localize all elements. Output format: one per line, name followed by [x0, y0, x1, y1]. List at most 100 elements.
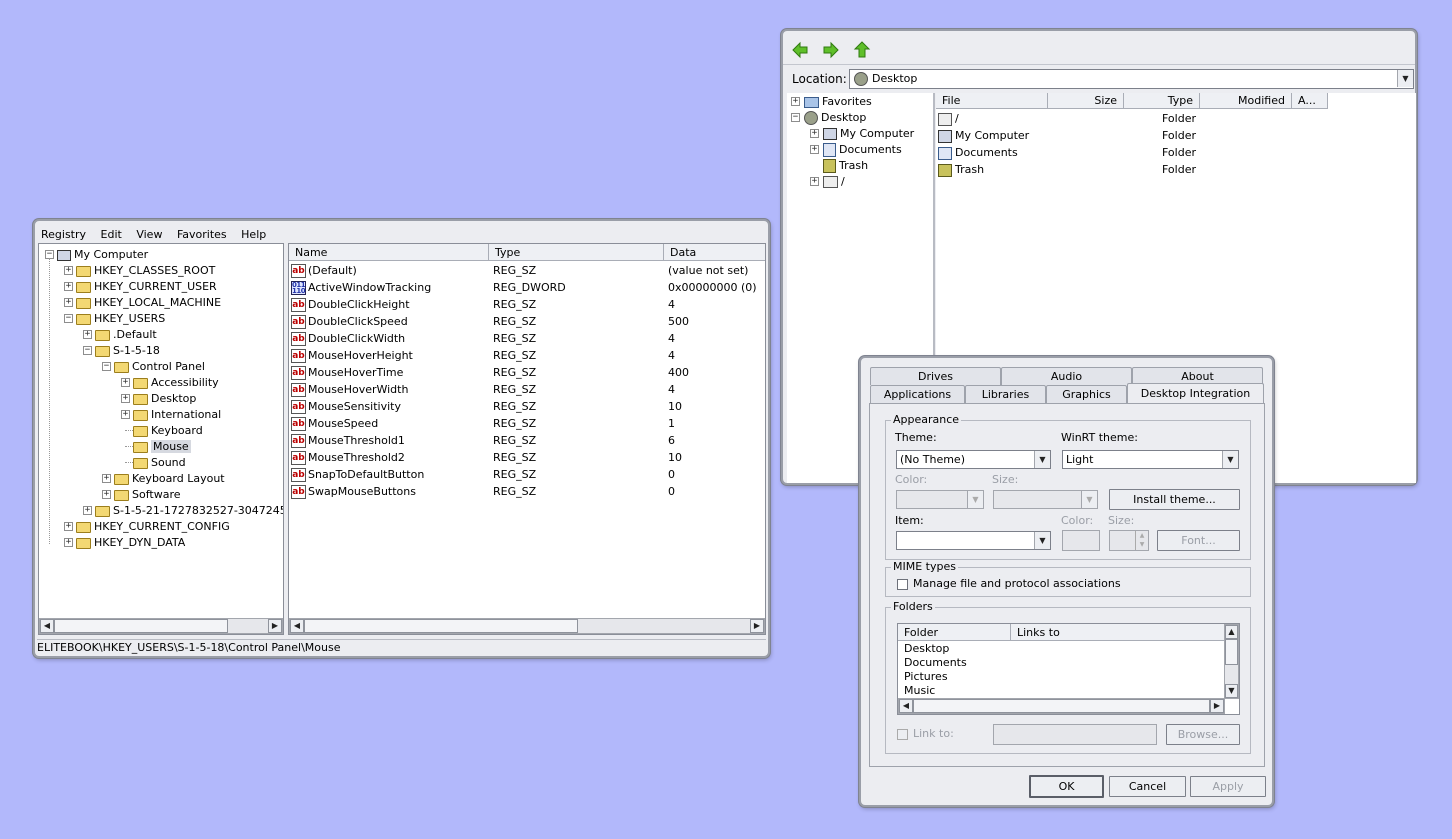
tree-node[interactable]: HKEY_USERS: [76, 310, 165, 327]
tree-expander-icon[interactable]: −: [64, 314, 73, 323]
tree-expander-icon[interactable]: −: [791, 113, 800, 122]
tree-expander-icon[interactable]: +: [791, 97, 800, 106]
tree-node[interactable]: Accessibility: [133, 374, 219, 391]
tree-node[interactable]: Software: [114, 486, 181, 503]
tree-node[interactable]: Keyboard Layout: [114, 470, 225, 487]
folders-vscrollbar[interactable]: ▲ ▼: [1224, 624, 1239, 699]
tree-expander-icon[interactable]: +: [121, 410, 130, 419]
scroll-left-icon[interactable]: ◀: [40, 619, 54, 633]
tree-expander-icon[interactable]: −: [102, 362, 111, 371]
tree-node[interactable]: HKEY_DYN_DATA: [76, 534, 185, 551]
cancel-button[interactable]: Cancel: [1109, 776, 1186, 797]
column-header-file-3[interactable]: Modified: [1200, 93, 1292, 109]
forward-button[interactable]: [822, 41, 840, 59]
tree-expander-icon[interactable]: +: [64, 282, 73, 291]
tree-expander-icon[interactable]: +: [121, 378, 130, 387]
tree-node[interactable]: International: [133, 406, 221, 423]
winrt-theme-combo[interactable]: Light ▼: [1062, 450, 1239, 469]
tree-expander-icon[interactable]: +: [102, 490, 111, 499]
menu-registry[interactable]: Registry: [41, 228, 86, 241]
tree-node[interactable]: /: [823, 173, 845, 190]
theme-combo[interactable]: (No Theme) ▼: [896, 450, 1051, 469]
scroll-right-icon[interactable]: ▶: [750, 619, 764, 633]
tab-desktop-integration[interactable]: Desktop Integration: [1127, 383, 1264, 403]
install-theme-button[interactable]: Install theme...: [1109, 489, 1240, 510]
tree-node[interactable]: HKEY_LOCAL_MACHINE: [76, 294, 221, 311]
tree-node[interactable]: Desktop: [133, 390, 196, 407]
folder-row[interactable]: Documents: [904, 656, 967, 670]
menu-favorites[interactable]: Favorites: [177, 228, 227, 241]
column-header-file-0[interactable]: File: [936, 93, 1048, 109]
tree-expander-icon[interactable]: +: [64, 522, 73, 531]
registry-values[interactable]: Name Type Data ab (Default) REG_SZ (value not…: [288, 243, 766, 635]
scroll-left-icon[interactable]: ◀: [290, 619, 304, 633]
values-hscrollbar[interactable]: ◀ ▶: [289, 618, 765, 634]
tab-graphics[interactable]: Graphics: [1046, 385, 1127, 403]
tree-expander-icon[interactable]: +: [83, 330, 92, 339]
scroll-thumb[interactable]: [304, 619, 578, 633]
tree-node[interactable]: My Computer: [823, 125, 914, 142]
tree-node[interactable]: Control Panel: [114, 358, 205, 375]
scroll-right-icon[interactable]: ▶: [268, 619, 282, 633]
column-header-name[interactable]: Name: [289, 244, 489, 261]
tree-node[interactable]: Mouse: [133, 438, 191, 455]
ok-button[interactable]: OK: [1029, 775, 1104, 798]
tree-expander-icon[interactable]: +: [102, 474, 111, 483]
manage-associations-label[interactable]: Manage file and protocol associations: [913, 577, 1121, 590]
menu-view[interactable]: View: [136, 228, 162, 241]
tree-node[interactable]: Sound: [133, 454, 186, 471]
tree-node[interactable]: HKEY_CLASSES_ROOT: [76, 262, 215, 279]
tree-node-label: S-1-5-21-1727832527-3047245813: [113, 504, 283, 517]
column-header-file-4[interactable]: A...: [1292, 93, 1328, 109]
tab-audio[interactable]: Audio: [1001, 367, 1132, 385]
tree-expander-icon[interactable]: +: [810, 177, 819, 186]
tree-expander-icon[interactable]: +: [83, 506, 92, 515]
tab-applications[interactable]: Applications: [870, 385, 965, 403]
tree-expander-icon[interactable]: +: [64, 538, 73, 547]
tree-node[interactable]: Favorites: [804, 93, 872, 110]
chevron-down-icon[interactable]: ▼: [1397, 70, 1413, 87]
column-header-file-2[interactable]: Type: [1124, 93, 1200, 109]
string-value-icon: ab: [291, 400, 306, 414]
folder-row[interactable]: Pictures: [904, 670, 948, 684]
tree-expander-icon[interactable]: +: [121, 394, 130, 403]
folder-icon: [95, 345, 110, 357]
up-button[interactable]: [853, 41, 871, 59]
tree-node[interactable]: S-1-5-21-1727832527-3047245813: [95, 502, 283, 519]
back-button[interactable]: [791, 41, 809, 59]
folder-row[interactable]: Desktop: [904, 642, 949, 656]
item-combo[interactable]: ▼: [896, 531, 1051, 550]
column-header-file-1[interactable]: Size: [1048, 93, 1124, 109]
tree-node[interactable]: Desktop: [804, 109, 866, 126]
tree-hscrollbar[interactable]: ◀ ▶: [39, 618, 283, 634]
location-combo[interactable]: Desktop ▼: [849, 69, 1414, 89]
folders-hscrollbar[interactable]: ◀ ▶: [898, 698, 1225, 714]
menu-edit[interactable]: Edit: [101, 228, 122, 241]
tree-node[interactable]: My Computer: [57, 246, 148, 263]
tree-expander-icon[interactable]: +: [810, 145, 819, 154]
manage-associations-checkbox[interactable]: [897, 579, 908, 590]
folder-row[interactable]: Music: [904, 684, 935, 698]
tree-node[interactable]: Trash: [823, 157, 868, 174]
computer-icon: [57, 249, 71, 261]
tree-node[interactable]: S-1-5-18: [95, 342, 160, 359]
tree-node[interactable]: .Default: [95, 326, 157, 343]
column-header-type[interactable]: Type: [489, 244, 664, 261]
tree-node[interactable]: HKEY_CURRENT_CONFIG: [76, 518, 230, 535]
menu-help[interactable]: Help: [241, 228, 266, 241]
registry-tree[interactable]: − My Computer + HKEY_CLASSES_ROOT + HKEY_CURR…: [38, 243, 284, 635]
tree-expander-icon[interactable]: +: [64, 298, 73, 307]
col-folder[interactable]: Folder: [898, 624, 1011, 641]
tab-drives[interactable]: Drives: [870, 367, 1001, 385]
folders-list[interactable]: Folder Links to Desktop Documents Pictures…: [897, 623, 1240, 715]
tab-libraries[interactable]: Libraries: [965, 385, 1046, 403]
tree-expander-icon[interactable]: +: [64, 266, 73, 275]
tree-expander-icon[interactable]: +: [810, 129, 819, 138]
scroll-thumb[interactable]: [54, 619, 228, 633]
tree-expander-icon[interactable]: −: [83, 346, 92, 355]
tree-node[interactable]: Documents: [823, 141, 902, 158]
tree-node[interactable]: Keyboard: [133, 422, 203, 439]
col-links-to[interactable]: Links to: [1011, 624, 1225, 641]
tree-node[interactable]: HKEY_CURRENT_USER: [76, 278, 217, 295]
column-header-data[interactable]: Data: [664, 244, 765, 261]
